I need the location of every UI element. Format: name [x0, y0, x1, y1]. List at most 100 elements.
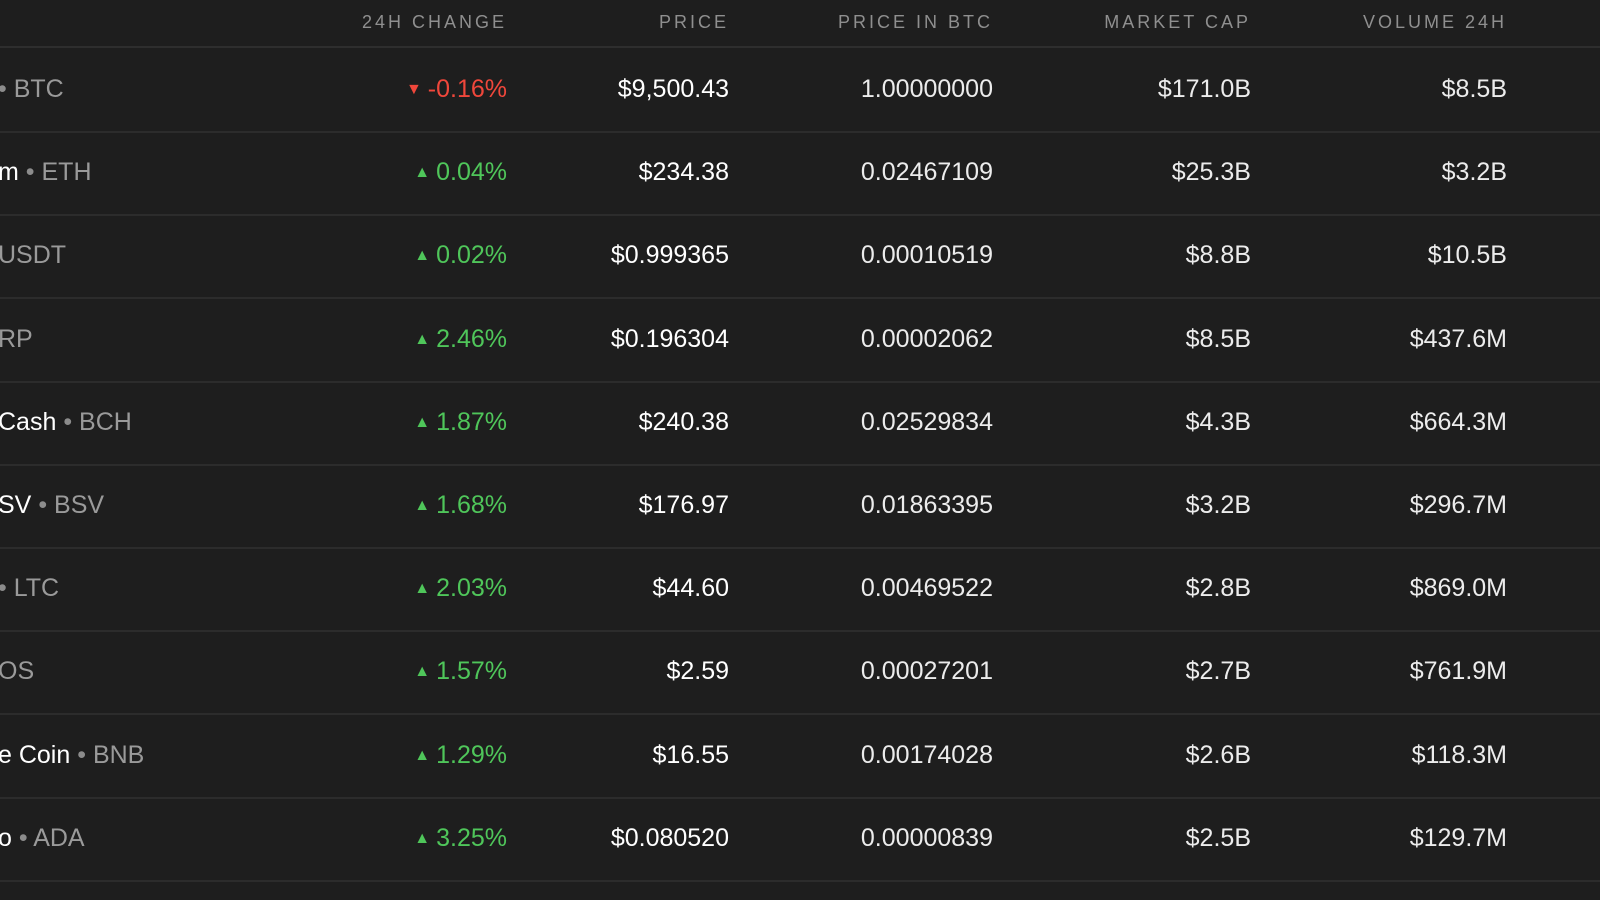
change-cell: ▲ 1.29%	[287, 741, 507, 770]
change-cell: ▲ 0.04%	[287, 158, 507, 187]
coin-symbol: BSV	[54, 491, 105, 519]
crypto-market-table: 24H CHANGE PRICE PRICE IN BTC MARKET CAP…	[0, 0, 1600, 900]
table-row[interactable]: m • ETH ▲ 0.04% $234.38 0.02467109 $25.3B $3.2…	[0, 131, 1600, 217]
table-row[interactable]: SV • BSV ▲ 1.68% $176.97 0.01863395 $3.2B $296…	[0, 464, 1600, 549]
price-cell: $2.59	[666, 657, 729, 686]
coin-separator: •	[0, 574, 7, 602]
change-value: 0.04%	[436, 158, 507, 187]
table-row[interactable]: Cash • BCH ▲ 1.87% $240.38 0.02529834 $4.3B $6…	[0, 381, 1600, 466]
coin-name: o	[0, 823, 12, 852]
coin-symbol: LTC	[13, 574, 60, 603]
coin-symbol: BTC	[13, 75, 64, 103]
table-row[interactable]: USDT ▲ 0.02% $0.999365 0.00010519 $8.8B $10.5B	[0, 214, 1600, 300]
volume-cell: $296.7M	[1409, 491, 1507, 519]
market-cap-cell: $8.5B	[1185, 324, 1251, 353]
coin-name: SV	[0, 491, 32, 519]
volume-cell: $118.3M	[1411, 740, 1507, 769]
coin-symbol: ADA	[33, 823, 85, 852]
triangle-up-icon: ▲	[414, 330, 431, 348]
market-cap-cell: $8.8B	[1185, 241, 1251, 270]
triangle-up-icon: ▲	[414, 663, 431, 681]
triangle-down-icon: ▼	[405, 81, 422, 98]
coin-separator: •	[25, 158, 35, 187]
market-cap-cell: $2.8B	[1185, 574, 1251, 603]
coin-name: e Coin	[0, 740, 71, 769]
coin-separator: •	[63, 407, 73, 436]
price-cell: $0.196304	[610, 324, 729, 353]
price-cell: $0.080520	[610, 823, 729, 852]
change-cell: ▼ -0.16%	[287, 75, 507, 104]
price-btc-cell: 0.00027201	[860, 657, 993, 686]
change-cell: ▲ 2.46%	[287, 325, 507, 354]
triangle-up-icon: ▲	[414, 829, 431, 847]
table-row[interactable]: OS ▲ 1.57% $2.59 0.00027201 $2.7B $761.9M	[0, 630, 1600, 716]
price-cell: $44.60	[652, 574, 729, 603]
column-header-market-cap[interactable]: MARKET CAP	[1104, 12, 1251, 33]
volume-cell: $437.6M	[1409, 324, 1507, 353]
market-cap-cell: $2.7B	[1185, 657, 1251, 686]
coin-name-cell[interactable]: • BTC	[0, 75, 64, 104]
column-header-volume-24h[interactable]: VOLUME 24H	[1363, 12, 1507, 33]
market-cap-cell: $3.2B	[1185, 491, 1251, 519]
table-row[interactable]: • LTC ▲ 2.03% $44.60 0.00469522 $2.8B $869.0M	[0, 547, 1600, 633]
triangle-up-icon: ▲	[414, 164, 431, 182]
change-value: 3.25%	[436, 823, 507, 852]
coin-name-cell[interactable]: m • ETH	[0, 158, 92, 187]
price-cell: $176.97	[638, 491, 729, 519]
price-cell: $9,500.43	[617, 75, 729, 103]
coin-name-cell[interactable]: SV • BSV	[0, 491, 104, 520]
column-header-price[interactable]: PRICE	[659, 12, 729, 33]
coin-name-cell[interactable]: Cash • BCH	[0, 408, 132, 437]
coin-symbol: OS	[0, 657, 35, 686]
market-cap-cell: $4.3B	[1185, 407, 1251, 436]
coin-symbol: RP	[0, 324, 33, 353]
price-btc-cell: 0.02529834	[860, 407, 993, 436]
coin-name-cell[interactable]: USDT	[0, 241, 66, 270]
volume-cell: $3.2B	[1441, 158, 1507, 187]
column-header-24h-change[interactable]: 24H CHANGE	[362, 12, 507, 33]
coin-symbol: BCH	[79, 407, 132, 436]
coin-name-cell[interactable]: OS	[0, 657, 34, 686]
change-value: 1.68%	[436, 491, 507, 519]
coin-symbol: USDT	[0, 241, 67, 270]
market-cap-cell: $25.3B	[1171, 158, 1251, 187]
change-cell: ▲ 1.68%	[287, 491, 507, 520]
change-cell: ▲ 3.25%	[287, 824, 507, 853]
coin-name-cell[interactable]: • LTC	[0, 574, 59, 603]
table-row[interactable]: e Coin • BNB ▲ 1.29% $16.55 0.00174028 $2.6B $…	[0, 714, 1600, 799]
coin-symbol: BNB	[92, 740, 145, 769]
change-cell: ▲ 2.03%	[287, 574, 507, 603]
market-cap-cell: $171.0B	[1157, 75, 1251, 103]
market-cap-cell: $2.5B	[1185, 823, 1251, 852]
volume-cell: $129.7M	[1409, 823, 1507, 852]
coin-separator: •	[0, 75, 7, 103]
column-header-price-in-btc[interactable]: PRICE IN BTC	[838, 12, 993, 33]
price-btc-cell: 0.01863395	[860, 491, 993, 519]
triangle-up-icon: ▲	[414, 746, 431, 764]
coin-name: m	[0, 158, 19, 187]
table-row[interactable]: o • ADA ▲ 3.25% $0.080520 0.00000839 $2.5B $12…	[0, 797, 1600, 882]
table-header: 24H CHANGE PRICE PRICE IN BTC MARKET CAP…	[0, 0, 1600, 48]
coin-separator: •	[38, 491, 48, 519]
coin-separator: •	[77, 740, 86, 769]
coin-name-cell[interactable]: o • ADA	[0, 824, 85, 853]
price-btc-cell: 0.00000839	[860, 823, 993, 852]
volume-cell: $869.0M	[1409, 574, 1507, 603]
coin-name-cell[interactable]: RP	[0, 325, 33, 354]
price-cell: $16.55	[652, 740, 729, 769]
change-value: 1.57%	[436, 657, 507, 686]
change-cell: ▲ 1.87%	[287, 408, 507, 437]
triangle-up-icon: ▲	[414, 247, 431, 265]
price-cell: $240.38	[638, 407, 729, 436]
table-row[interactable]: • BTC ▼ -0.16% $9,500.43 1.00000000 $171.0B $8…	[0, 48, 1600, 133]
triangle-up-icon: ▲	[414, 497, 431, 514]
price-btc-cell: 0.00469522	[860, 574, 993, 603]
change-value: 1.29%	[436, 740, 507, 769]
table-row[interactable]: RP ▲ 2.46% $0.196304 0.00002062 $8.5B $437.6M	[0, 298, 1600, 383]
coin-name-cell[interactable]: e Coin • BNB	[0, 741, 144, 770]
price-cell: $0.999365	[610, 241, 729, 270]
change-value: 1.87%	[436, 407, 507, 436]
price-btc-cell: 0.00010519	[860, 241, 993, 270]
change-cell: ▲ 0.02%	[287, 241, 507, 270]
market-cap-cell: $2.6B	[1185, 740, 1251, 769]
